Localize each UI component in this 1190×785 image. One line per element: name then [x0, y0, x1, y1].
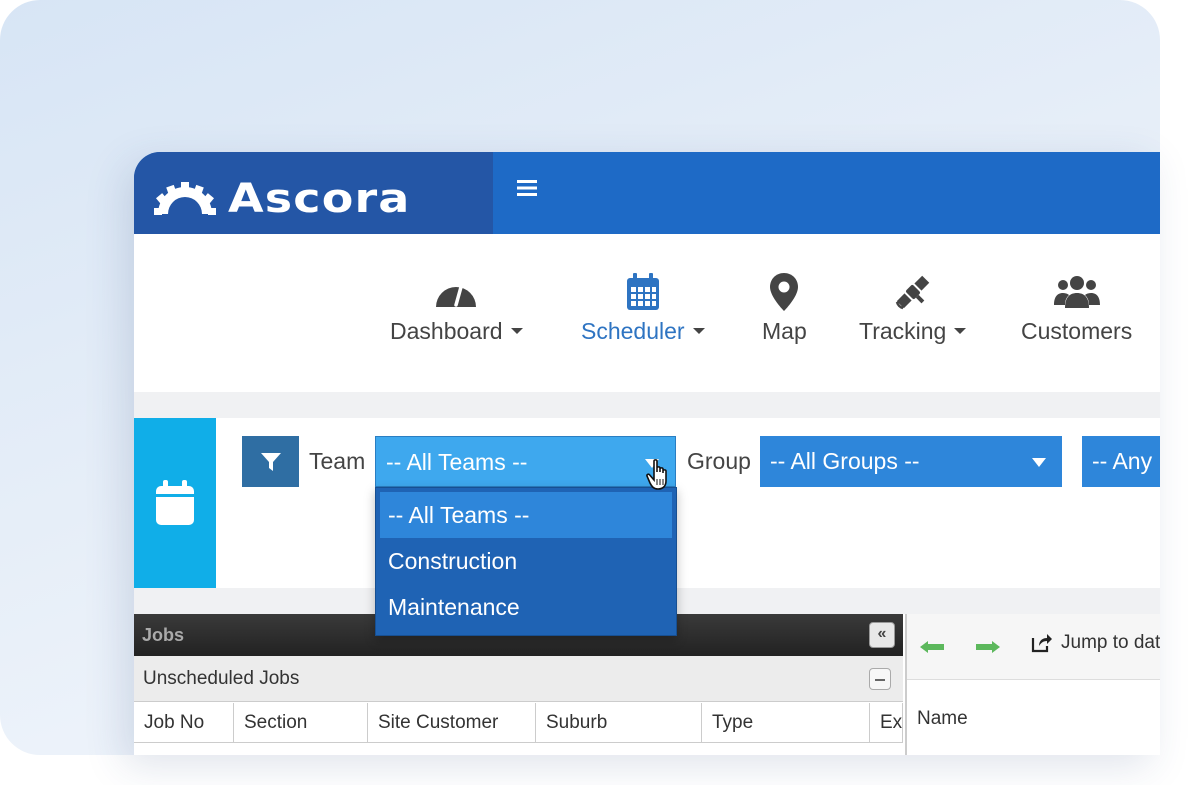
column-header[interactable]: Job No	[134, 703, 234, 743]
collapse-button[interactable]: «	[869, 622, 895, 648]
chevron-down-icon	[1032, 458, 1046, 467]
team-dropdown-menu: -- All Teams -- Construction Maintenance	[375, 487, 677, 636]
nav-tracking[interactable]: Tracking	[859, 272, 967, 345]
hand-cursor-icon	[646, 459, 672, 496]
nav-customers-label: Customers	[1021, 318, 1133, 344]
nav-dashboard-label: Dashboard	[390, 318, 503, 344]
calendar-icon	[156, 480, 194, 525]
jobs-panel-title: Jobs	[142, 625, 185, 645]
any-select-value: -- Any	[1092, 448, 1153, 474]
section-divider	[134, 392, 1160, 418]
team-select-value: -- All Teams --	[386, 449, 528, 475]
filter-button[interactable]	[242, 436, 299, 487]
group-select-value: -- All Groups --	[770, 448, 920, 474]
jump-to-date-label: Jump to dat	[1061, 632, 1160, 653]
dropdown-option[interactable]: -- All Teams --	[380, 492, 672, 538]
team-label: Team	[309, 448, 366, 474]
nav-scheduler[interactable]: Scheduler	[581, 272, 705, 345]
filter-icon	[260, 452, 281, 471]
any-select[interactable]: -- Any	[1082, 436, 1160, 487]
chevron-down-icon	[954, 328, 967, 335]
nav-scheduler-label: Scheduler	[581, 318, 685, 344]
table-row[interactable]	[134, 743, 903, 755]
satellite-icon	[895, 275, 929, 310]
nav-customers[interactable]: Customers	[1021, 272, 1132, 345]
main-nav: Dashboard Scheduler Map Tracking Custome…	[134, 234, 1160, 392]
team-select[interactable]: -- All Teams --	[375, 436, 676, 487]
column-header[interactable]: Suburb	[536, 703, 702, 743]
dropdown-option[interactable]: Maintenance	[376, 584, 676, 630]
app-window: Ascora Dashboard Scheduler Map Tracking …	[134, 152, 1160, 755]
gear-icon	[154, 182, 216, 215]
group-select[interactable]: -- All Groups --	[760, 436, 1062, 487]
dropdown-option[interactable]: Construction	[376, 538, 676, 584]
logo-area: Ascora	[134, 152, 493, 234]
hamburger-icon[interactable]	[517, 178, 537, 202]
nav-tracking-label: Tracking	[859, 318, 947, 344]
chevron-down-icon	[692, 328, 705, 335]
name-column-header: Name	[917, 708, 968, 729]
nav-map-label: Map	[762, 318, 807, 344]
jobs-table-header: Job No Section Site Customer Suburb Type…	[134, 703, 903, 743]
double-chevron-left-icon: «	[877, 625, 887, 642]
group-label: Group	[687, 448, 751, 474]
map-pin-icon	[770, 273, 799, 311]
logo[interactable]: Ascora	[152, 176, 409, 222]
calendar-toolbar: Jump to dat	[907, 614, 1160, 680]
share-icon	[1031, 634, 1052, 653]
minimize-button[interactable]	[869, 668, 891, 690]
column-header[interactable]: Type	[702, 703, 870, 743]
column-header[interactable]: Site Customer	[368, 703, 536, 743]
top-bar: Ascora	[134, 152, 1160, 234]
speedometer-icon	[436, 285, 477, 307]
unscheduled-jobs-header[interactable]: Unscheduled Jobs	[134, 656, 903, 702]
logo-text: Ascora	[228, 176, 411, 222]
arrow-right-icon[interactable]	[975, 640, 1001, 659]
unscheduled-jobs-title: Unscheduled Jobs	[143, 668, 300, 689]
calendar-panel: Jump to dat Name	[905, 614, 1160, 755]
column-header[interactable]: Ex	[870, 703, 903, 743]
scheduler-tab[interactable]	[134, 418, 216, 588]
nav-map[interactable]: Map	[762, 272, 807, 345]
calendar-icon	[626, 273, 659, 310]
arrow-left-icon[interactable]	[919, 640, 945, 659]
users-icon	[1053, 276, 1100, 308]
nav-dashboard[interactable]: Dashboard	[390, 272, 523, 345]
chevron-down-icon	[510, 328, 523, 335]
column-header[interactable]: Section	[234, 703, 368, 743]
jump-to-date-button[interactable]: Jump to dat	[1031, 632, 1160, 654]
